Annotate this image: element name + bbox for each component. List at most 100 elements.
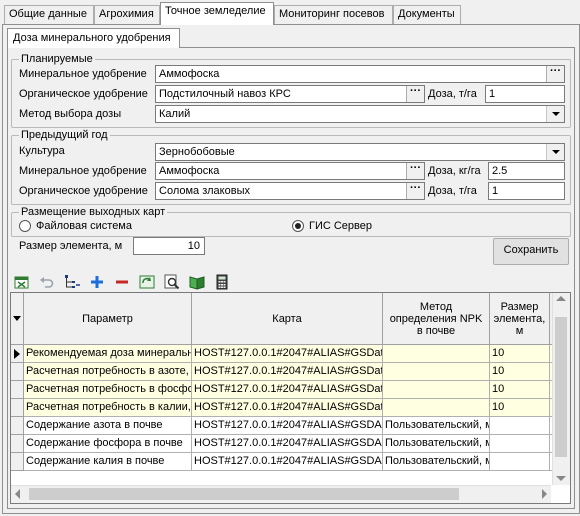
vertical-scroll-thumb[interactable] (555, 317, 567, 457)
row-indicator[interactable] (11, 399, 24, 417)
horizontal-scroll-thumb[interactable] (29, 488, 459, 500)
dose-method-label: Метод выбора дозы (19, 108, 122, 120)
cell-map[interactable]: HOST#127.0.0.1#2047#ALIAS#GSDat (192, 381, 383, 399)
prev-mineral-value: Аммофоска (159, 165, 220, 177)
mineral-fertilizer-field[interactable]: Аммофоска ··· (155, 65, 565, 83)
table-row[interactable]: Расчетная потребность в фосфо HOST#127.0.… (11, 381, 558, 399)
cell-param[interactable]: Содержание фосфора в почве (24, 435, 192, 453)
cell-map[interactable]: HOST#127.0.0.1#2047#ALIAS#GSDat (192, 363, 383, 381)
prev-mineral-dose-input[interactable]: 2.5 (488, 162, 565, 180)
scroll-down-icon[interactable] (556, 476, 566, 481)
cell-param[interactable]: Рекомендуемая доза минеральн (24, 345, 192, 363)
preview-icon[interactable] (163, 273, 181, 291)
refresh-icon[interactable] (138, 273, 156, 291)
organic-dose-input[interactable]: 1 (485, 85, 565, 103)
dose-method-value: Калий (159, 108, 191, 120)
tab-general[interactable]: Общие данные (4, 5, 94, 24)
cell-size[interactable]: 10 (490, 381, 550, 399)
row-indicator[interactable] (11, 345, 24, 363)
cell-method[interactable] (383, 363, 490, 381)
grid-header-size[interactable]: Размер элемента, м (490, 293, 550, 345)
scroll-up-icon[interactable] (556, 296, 566, 301)
cell-method[interactable] (383, 345, 490, 363)
add-icon[interactable] (88, 273, 106, 291)
chevron-down-icon[interactable] (546, 144, 564, 160)
cell-param[interactable]: Расчетная потребность в калии, (24, 399, 192, 417)
cell-size[interactable] (490, 435, 550, 453)
previous-year-legend: Предыдущий год (19, 129, 110, 141)
save-button[interactable]: Сохранить (493, 238, 569, 265)
undo-icon[interactable] (38, 273, 56, 291)
radio-gis-server[interactable] (292, 220, 304, 232)
scroll-left-icon[interactable] (15, 489, 20, 499)
cell-param[interactable]: Расчетная потребность в фосфо (24, 381, 192, 399)
cell-method[interactable]: Пользовательский, м (383, 417, 490, 435)
grid-header-indicator[interactable] (11, 293, 24, 345)
horizontal-scrollbar[interactable] (11, 485, 551, 503)
tab-precision-farming[interactable]: Точное земледелие (160, 2, 274, 25)
table-row[interactable]: Рекомендуемая доза минеральн HOST#127.0.0… (11, 345, 558, 363)
cell-method[interactable] (383, 399, 490, 417)
tab-agrochemistry[interactable]: Агрохимия (94, 5, 160, 24)
dose-method-select[interactable]: Калий (155, 105, 565, 123)
radio-file-system[interactable] (19, 220, 31, 232)
row-indicator[interactable] (11, 453, 24, 471)
crop-label: Культура (19, 145, 65, 157)
excel-icon[interactable] (13, 273, 31, 291)
grid-header-param[interactable]: Параметр (24, 293, 192, 345)
scroll-right-icon[interactable] (542, 489, 547, 499)
organic-fertilizer-field[interactable]: Подстилочный навоз КРС ··· (155, 85, 425, 103)
cell-method[interactable]: Пользовательский, м (383, 453, 490, 471)
prev-organic-browse-button[interactable]: ··· (406, 183, 424, 199)
row-indicator[interactable] (11, 381, 24, 399)
tab-crop-monitoring[interactable]: Мониторинг посевов (274, 5, 393, 24)
calculator-icon[interactable] (213, 273, 231, 291)
table-row[interactable]: Содержание фосфора в почве HOST#127.0.0.1… (11, 435, 558, 453)
element-size-input[interactable]: 10 (133, 237, 205, 255)
mineral-fertilizer-browse-button[interactable]: ··· (546, 66, 564, 82)
cell-size[interactable]: 10 (490, 345, 550, 363)
vertical-scrollbar[interactable] (552, 293, 570, 485)
organic-fertilizer-browse-button[interactable]: ··· (406, 86, 424, 102)
cell-size[interactable]: 10 (490, 363, 550, 381)
prev-mineral-browse-button[interactable]: ··· (406, 163, 424, 179)
cell-map[interactable]: HOST#127.0.0.1#2047#ALIAS#GSDA1 (192, 435, 383, 453)
parameters-grid[interactable]: Параметр Карта Метод определения NPK в п… (10, 292, 571, 504)
chevron-down-icon[interactable] (546, 106, 564, 122)
cell-map[interactable]: HOST#127.0.0.1#2047#ALIAS#GSDA1 (192, 417, 383, 435)
cell-map[interactable]: HOST#127.0.0.1#2047#ALIAS#GSDat (192, 345, 383, 363)
cell-map[interactable]: HOST#127.0.0.1#2047#ALIAS#GSDA1 (192, 453, 383, 471)
prev-mineral-field[interactable]: Аммофоска ··· (155, 162, 425, 180)
cell-map[interactable]: HOST#127.0.0.1#2047#ALIAS#GSDat (192, 399, 383, 417)
radio-gis-server-label: ГИС Сервер (309, 220, 372, 232)
cell-size[interactable] (490, 417, 550, 435)
cell-method[interactable] (383, 381, 490, 399)
cell-method[interactable]: Пользовательский, м (383, 435, 490, 453)
book-icon[interactable] (188, 273, 206, 291)
table-row[interactable]: Расчетная потребность в калии, HOST#127.0… (11, 399, 558, 417)
prev-mineral-dose-label: Доза, кг/га (428, 165, 481, 177)
cell-param[interactable]: Содержание азота в почве (24, 417, 192, 435)
prev-organic-dose-input[interactable]: 1 (488, 182, 565, 200)
cell-param[interactable]: Содержание калия в почве (24, 453, 192, 471)
tab-mineral-dose[interactable]: Доза минерального удобрения (7, 28, 180, 48)
cell-param[interactable]: Расчетная потребность в азоте, (24, 363, 192, 381)
mineral-fertilizer-value: Аммофоска (159, 68, 220, 80)
row-indicator[interactable] (11, 417, 24, 435)
remove-icon[interactable] (113, 273, 131, 291)
grid-header-method[interactable]: Метод определения NPK в почве (383, 293, 490, 345)
grid-header-map[interactable]: Карта (192, 293, 383, 345)
prev-organic-field[interactable]: Солома злаковых ··· (155, 182, 425, 200)
organic-fertilizer-value: Подстилочный навоз КРС (159, 88, 291, 100)
cell-size[interactable] (490, 453, 550, 471)
cell-size[interactable]: 10 (490, 399, 550, 417)
radio-file-system-label: Файловая система (36, 220, 132, 232)
table-row[interactable]: Расчетная потребность в азоте, HOST#127.0… (11, 363, 558, 381)
tree-icon[interactable] (63, 273, 81, 291)
table-row[interactable]: Содержание калия в почве HOST#127.0.0.1#2… (11, 453, 558, 471)
row-indicator[interactable] (11, 435, 24, 453)
table-row[interactable]: Содержание азота в почве HOST#127.0.0.1#2… (11, 417, 558, 435)
tab-documents[interactable]: Документы (393, 5, 461, 24)
row-indicator[interactable] (11, 363, 24, 381)
crop-select[interactable]: Зернобобовые (155, 143, 565, 161)
